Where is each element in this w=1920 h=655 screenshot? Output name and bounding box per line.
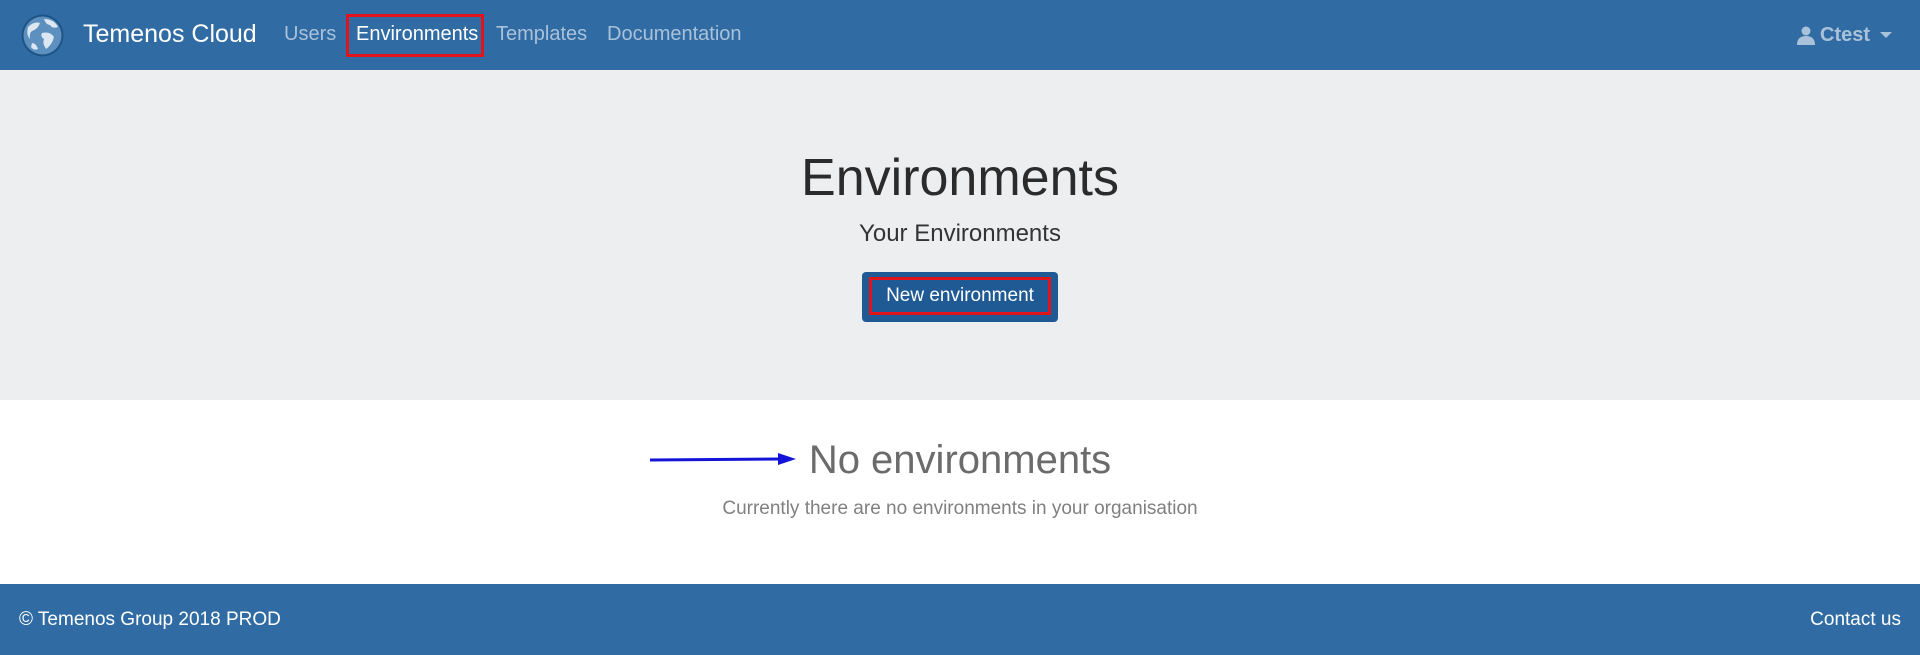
user-icon [1797, 26, 1815, 45]
brand-name[interactable]: Temenos Cloud [83, 20, 257, 49]
nav-item-environments[interactable]: Environments [346, 14, 484, 57]
hero-section: Environments Your Environments New envir… [0, 70, 1920, 400]
footer: © Temenos Group 2018 PROD Contact us [0, 584, 1920, 655]
empty-state-title: No environments [808, 438, 1112, 482]
empty-state-message: Currently there are no environments in y… [722, 498, 1198, 519]
page-subtitle: Your Environments [859, 220, 1061, 247]
contact-us-link[interactable]: Contact us [1810, 609, 1901, 631]
user-name: Ctest [1820, 23, 1871, 46]
nav-item-templates[interactable]: Templates [496, 23, 587, 46]
new-environment-button-label: New environment [869, 277, 1051, 315]
top-navbar: Temenos Cloud Users Environments Templat… [0, 0, 1920, 70]
page-title: Environments [801, 149, 1119, 207]
new-environment-button[interactable]: New environment [862, 272, 1058, 322]
chevron-down-icon [1880, 32, 1893, 38]
user-menu[interactable]: Ctest [1796, 22, 1893, 48]
nav-item-documentation[interactable]: Documentation [607, 23, 742, 46]
globe-icon[interactable] [20, 13, 65, 58]
footer-copyright: © Temenos Group 2018 PROD [19, 609, 281, 630]
nav-item-users[interactable]: Users [284, 23, 336, 46]
